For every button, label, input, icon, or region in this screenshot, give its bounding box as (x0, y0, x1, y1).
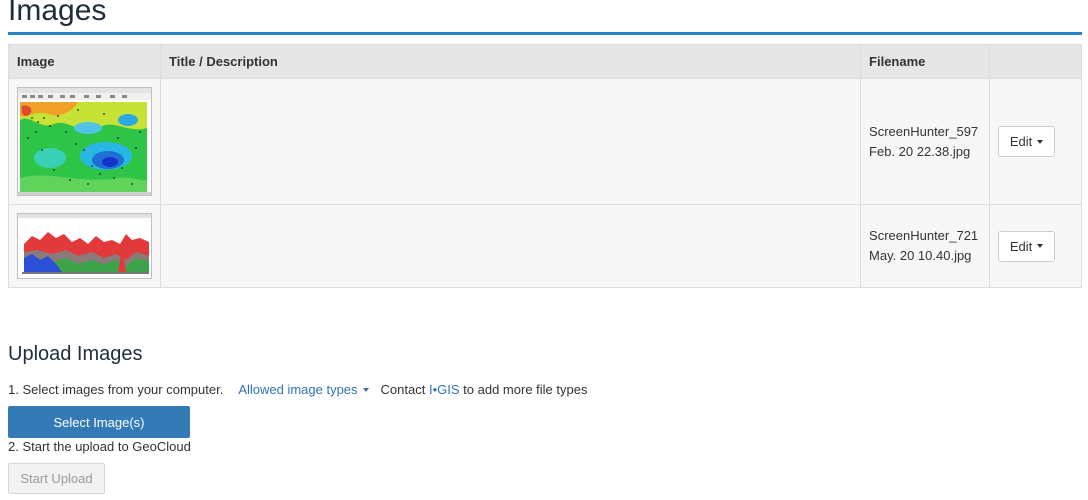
edit-label: Edit (1009, 134, 1033, 149)
contact-prefix: Contact (380, 382, 426, 397)
table-header-row: Image Title / Description Filename (8, 44, 1082, 79)
filename-cell: ScreenHunter_721 May. 20 10.40.jpg (860, 204, 991, 288)
title-description-cell (159, 78, 862, 205)
allowed-image-types-dropdown[interactable]: Allowed image types (238, 382, 369, 397)
upload-step1: 1. Select images from your computer. All… (8, 382, 587, 397)
chart-thumbnail-image[interactable] (17, 213, 152, 279)
edit-dropdown-button[interactable]: Edit (998, 230, 1056, 262)
table-row: ScreenHunter_721 May. 20 10.40.jpg Edit (8, 204, 1082, 288)
edit-label: Edit (1009, 238, 1033, 254)
header-title-description: Title / Description (159, 44, 862, 79)
header-actions (989, 44, 1082, 79)
table-row: ScreenHunter_597 Feb. 20 22.38.jpg Edit (8, 78, 1082, 205)
action-cell: Edit (989, 78, 1082, 205)
upload-section-title: Upload Images (8, 343, 143, 365)
filename-line: ScreenHunter_721 (869, 228, 979, 243)
allowed-types-label: Allowed image types (238, 382, 358, 397)
header-filename: Filename (860, 44, 991, 79)
images-table: Image Title / Description Filename Scree… (8, 44, 1082, 288)
igis-link[interactable]: I•GIS (429, 382, 460, 397)
filename-line: ScreenHunter_597 (869, 123, 979, 139)
title-description-cell (159, 204, 862, 288)
header-image: Image (8, 44, 161, 79)
image-cell (8, 204, 161, 288)
start-upload-button[interactable]: Start Upload (8, 463, 105, 494)
contact-text: Contact I•GIS to add more file types (381, 382, 588, 397)
image-cell (8, 78, 161, 205)
map-thumbnail-image[interactable] (17, 87, 152, 196)
filename-line: Feb. 20 22.38.jpg (869, 143, 971, 159)
upload-step2-text: 2. Start the upload to GeoCloud (8, 439, 191, 454)
step1-text: 1. Select images from your computer. (8, 382, 224, 397)
action-cell: Edit (989, 204, 1082, 288)
edit-dropdown-button[interactable]: Edit (998, 126, 1056, 157)
caret-down-icon (1037, 244, 1044, 248)
title-divider (8, 32, 1082, 35)
filename-cell: ScreenHunter_597 Feb. 20 22.38.jpg (860, 78, 991, 205)
contact-suffix: to add more file types (463, 382, 588, 397)
caret-down-icon (1037, 139, 1044, 144)
filename-line: May. 20 10.40.jpg (869, 248, 972, 263)
select-images-button[interactable]: Select Image(s) (8, 406, 190, 438)
page-title: Images (8, 0, 107, 27)
caret-down-icon (362, 387, 369, 392)
